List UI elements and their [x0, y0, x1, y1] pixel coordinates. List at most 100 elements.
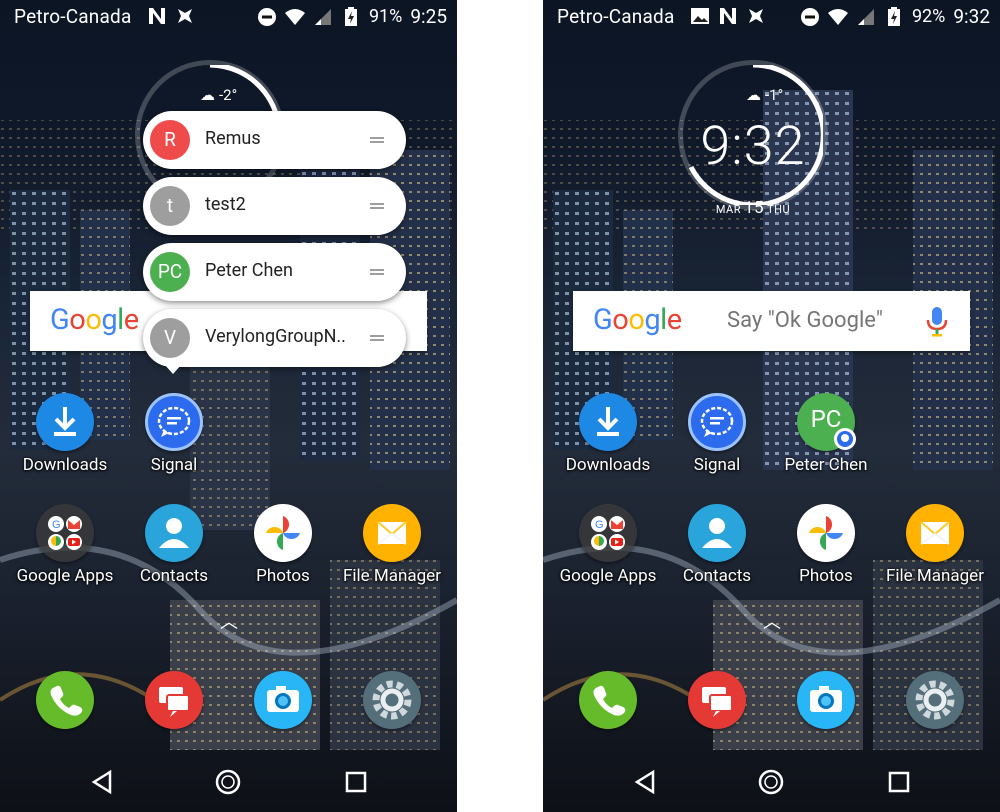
cell-signal-icon	[857, 8, 874, 25]
svg-text:G: G	[595, 519, 604, 531]
camera-icon	[797, 671, 855, 729]
app-signal[interactable]: Signal	[667, 393, 767, 475]
clock-time: 9:32	[700, 115, 806, 178]
messages-icon	[688, 671, 746, 729]
battery-charging-icon	[344, 6, 357, 26]
shortcut-label: Remus	[205, 128, 261, 149]
status-bar: Petro-Canada 92% 9:32	[543, 0, 1000, 32]
nfc-n-icon	[149, 8, 165, 24]
dock-messages[interactable]	[124, 671, 224, 729]
recents-icon[interactable]	[342, 768, 370, 796]
signal-chat-icon	[145, 393, 203, 451]
clock-day: 15	[744, 198, 765, 218]
status-time: 9:25	[410, 5, 447, 28]
search-placeholder[interactable]: Say "Ok Google"	[727, 308, 883, 333]
file-manager-icon	[906, 504, 964, 562]
clock-weather: ☁ -2°	[200, 86, 237, 104]
clock-month: MAR	[715, 203, 741, 216]
back-icon[interactable]	[631, 768, 659, 796]
app-contacts[interactable]: Contacts	[124, 504, 224, 586]
drag-handle-icon[interactable]	[370, 137, 384, 143]
shortcut-verylonggroup[interactable]: V VerylongGroupN..	[143, 309, 406, 367]
shortcut-label: VerylongGroupN..	[205, 326, 346, 347]
app-google-apps-folder[interactable]: G Google Apps	[15, 504, 115, 586]
google-search-bar[interactable]: Google Say "Ok Google"	[573, 291, 970, 351]
google-logo: Google	[50, 303, 139, 337]
clock-weather: ☁ -1°	[746, 86, 783, 104]
clock-weekday: THU	[767, 203, 791, 216]
navigation-bar	[543, 752, 1000, 812]
photos-pinwheel-icon	[254, 504, 312, 562]
contacts-icon	[145, 504, 203, 562]
google-apps-folder-icon: G	[36, 504, 94, 562]
home-icon[interactable]	[757, 768, 785, 796]
phone-screen-left: Petro-Canada 91% 9:25 ☁ -2° Google R Rem…	[0, 0, 457, 812]
app-label: Google Apps	[559, 566, 657, 586]
do-not-disturb-icon	[257, 7, 276, 26]
google-logo: Google	[593, 303, 682, 337]
app-photos[interactable]: Photos	[233, 504, 333, 586]
app-contacts[interactable]: Contacts	[667, 504, 767, 586]
signal-chat-icon	[688, 393, 746, 451]
shortcut-peter-chen[interactable]: PC Peter Chen	[143, 243, 406, 301]
carrier-name: Petro-Canada	[557, 5, 675, 28]
app-label: Contacts	[139, 566, 209, 586]
shortcut-label: test2	[205, 194, 246, 215]
back-icon[interactable]	[88, 768, 116, 796]
app-label: Signal	[693, 455, 741, 475]
photos-pinwheel-icon	[797, 504, 855, 562]
microphone-icon[interactable]	[926, 306, 948, 338]
svg-text:G: G	[52, 519, 61, 531]
recents-icon[interactable]	[885, 768, 913, 796]
dock-settings[interactable]	[885, 671, 985, 729]
app-label: File Manager	[886, 566, 984, 586]
contact-shortcut-icon: PC	[797, 393, 856, 451]
home-icon[interactable]	[214, 768, 242, 796]
nfc-n-icon	[720, 8, 736, 24]
dock-phone[interactable]	[558, 671, 658, 729]
app-downloads[interactable]: Downloads	[558, 393, 658, 475]
popup-pointer	[164, 364, 182, 374]
temperature: -2°	[219, 86, 238, 104]
app-signal[interactable]: Signal	[124, 393, 224, 475]
notification-app-icon	[178, 9, 192, 23]
shortcut-test2[interactable]: t test2	[143, 177, 406, 235]
drag-handle-icon[interactable]	[370, 203, 384, 209]
app-label: Downloads	[22, 455, 108, 475]
dock-phone[interactable]	[15, 671, 115, 729]
download-icon	[36, 393, 94, 451]
app-file-manager[interactable]: File Manager	[342, 504, 442, 586]
avatar: R	[150, 120, 190, 160]
app-file-manager[interactable]: File Manager	[885, 504, 985, 586]
shortcut-remus[interactable]: R Remus	[143, 111, 406, 169]
messages-icon	[145, 671, 203, 729]
cloud-icon: ☁	[200, 86, 215, 104]
dock-camera[interactable]	[233, 671, 333, 729]
battery-percent: 91%	[368, 6, 403, 27]
app-label: Downloads	[565, 455, 651, 475]
app-label: Photos	[256, 566, 310, 586]
dock-settings[interactable]	[342, 671, 442, 729]
temperature: -1°	[765, 86, 784, 104]
dock-camera[interactable]	[776, 671, 876, 729]
cloud-icon: ☁	[746, 86, 761, 104]
contacts-icon	[688, 504, 746, 562]
status-bar: Petro-Canada 91% 9:25	[0, 0, 457, 32]
app-downloads[interactable]: Downloads	[15, 393, 115, 475]
app-drawer-caret-icon[interactable]: ︿	[220, 608, 238, 634]
app-drawer-caret-icon[interactable]: ︿	[763, 608, 781, 634]
carrier-name: Petro-Canada	[14, 5, 132, 28]
signal-badge-icon	[834, 428, 856, 450]
image-notification-icon	[691, 8, 709, 24]
app-label: Signal	[150, 455, 198, 475]
app-peter-chen-shortcut[interactable]: PC Peter Chen	[776, 393, 876, 475]
avatar: t	[150, 186, 190, 226]
app-google-apps-folder[interactable]: G Google Apps	[558, 504, 658, 586]
download-icon	[579, 393, 637, 451]
dock-messages[interactable]	[667, 671, 767, 729]
drag-handle-icon[interactable]	[370, 269, 384, 275]
drag-handle-icon[interactable]	[370, 335, 384, 341]
notification-app-icon	[749, 9, 763, 23]
wifi-icon	[827, 8, 848, 25]
app-photos[interactable]: Photos	[776, 504, 876, 586]
